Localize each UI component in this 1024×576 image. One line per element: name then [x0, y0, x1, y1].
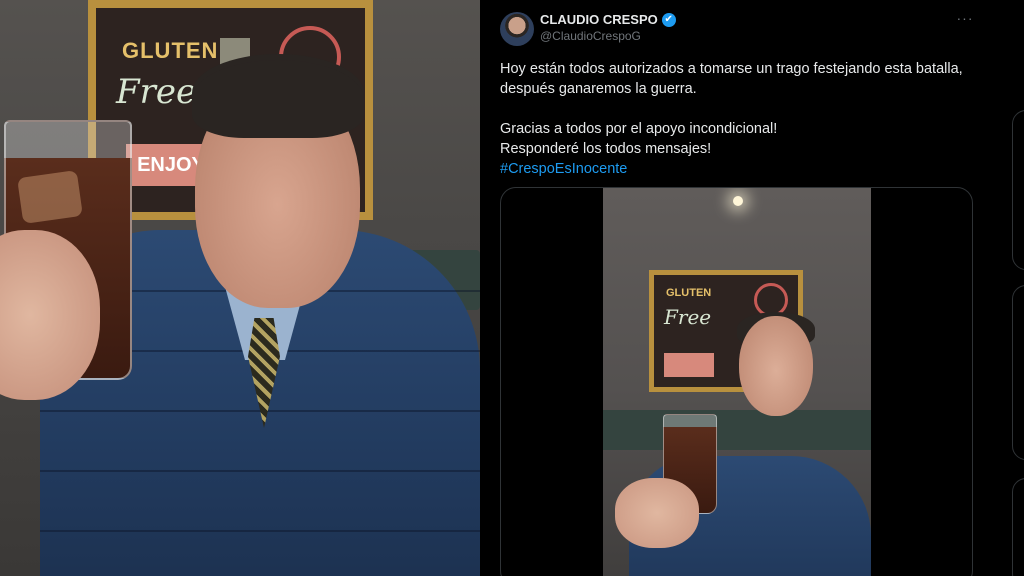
sidebar-card[interactable]	[1012, 110, 1024, 270]
verified-badge-icon: ✔	[661, 12, 676, 27]
avatar[interactable]	[500, 12, 534, 46]
more-options-icon[interactable]: ···	[954, 8, 976, 30]
media-person-face	[739, 316, 813, 416]
author-name-row[interactable]: CLAUDIO CRESPO ✔	[540, 12, 676, 27]
tweet-text-line: después ganaremos la guerra.	[500, 81, 697, 97]
sidebar-card[interactable]	[1012, 285, 1024, 460]
tweet-text-line: Gracias a todos por el apoyo incondicion…	[500, 121, 778, 137]
tweet-media-video[interactable]: GLUTEN Free	[500, 187, 973, 576]
author-handle[interactable]: @ClaudioCrespoG	[540, 29, 641, 43]
panel-divider	[480, 0, 488, 576]
media-wall-art-word-gluten: GLUTEN	[666, 287, 712, 299]
ceiling-light	[733, 196, 743, 206]
tweet-card[interactable]: CLAUDIO CRESPO ✔ @ClaudioCrespoG ··· Hoy…	[488, 0, 988, 576]
hair-top	[192, 60, 364, 138]
tweet-text: Hoy están todos autorizados a tomarse un…	[500, 59, 980, 179]
author-name[interactable]: CLAUDIO CRESPO	[540, 12, 658, 27]
media-wall-art-enjoy	[664, 353, 714, 377]
tweet-text-line: Hoy están todos autorizados a tomarse un…	[500, 61, 963, 77]
media-hand	[615, 478, 699, 548]
sidebar-card[interactable]	[1012, 478, 1024, 576]
video-frame-left: GLUTEN Free ENJOY	[0, 0, 480, 576]
media-bench	[603, 410, 871, 450]
media-video-frame: GLUTEN Free	[603, 188, 871, 576]
tweet-text-line: Responderé los todos mensajes!	[500, 141, 712, 157]
hashtag-link[interactable]: #CrespoEsInocente	[500, 159, 980, 179]
ice-cube	[17, 170, 83, 224]
media-wall-art-word-free: Free	[664, 305, 712, 329]
